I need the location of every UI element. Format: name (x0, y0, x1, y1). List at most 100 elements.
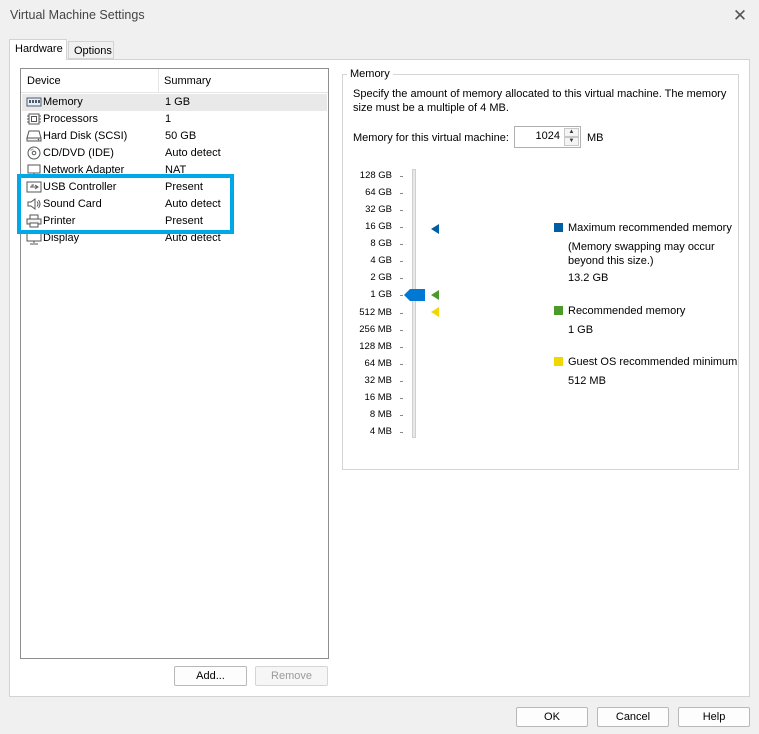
memory-description: Specify the amount of memory allocated t… (353, 88, 727, 114)
memory-value[interactable]: 1024 (536, 130, 560, 142)
device-row-display[interactable]: Display Auto detect (22, 230, 327, 247)
sound-card-icon (26, 197, 42, 211)
device-name: Display (43, 232, 80, 244)
scale-label: 1 GB (370, 289, 392, 300)
column-separator[interactable] (158, 69, 159, 93)
column-header-summary[interactable]: Summary (164, 75, 211, 87)
scale-tick (400, 193, 403, 194)
device-row-memory[interactable]: Memory 1 GB (22, 94, 327, 111)
recommended-marker (431, 290, 439, 300)
device-row-network-adapter[interactable]: Network Adapter NAT (22, 162, 327, 174)
device-name: Sound Card (43, 198, 102, 210)
remove-button[interactable]: Remove (255, 666, 328, 686)
close-icon: ✕ (732, 6, 748, 25)
help-button[interactable]: Help (678, 707, 750, 727)
max-recommended-note: (Memory swapping may occur beyond this s… (568, 241, 715, 267)
title-bar: Virtual Machine Settings ✕ (0, 0, 759, 32)
max-recommended-title: Maximum recommended memory (568, 222, 732, 234)
scale-label: 2 GB (370, 272, 392, 283)
device-list[interactable]: Device Summary Memory 1 GB Processors 1 … (20, 68, 329, 659)
scale-tick (400, 227, 403, 228)
device-name: Memory (43, 96, 83, 108)
max-recommended-marker (431, 224, 439, 234)
scale-label: 4 GB (370, 255, 392, 266)
cancel-button[interactable]: Cancel (597, 707, 669, 727)
recommended-title: Recommended memory (568, 305, 686, 317)
usb-icon (26, 180, 42, 194)
scale-tick (400, 210, 403, 211)
memory-slider-thumb[interactable] (404, 289, 426, 304)
device-summary: Auto detect (165, 198, 221, 210)
memory-icon (26, 95, 42, 109)
cd-dvd-icon (26, 146, 42, 160)
scale-label: 256 MB (359, 324, 392, 335)
minimum-title: Guest OS recommended minimum (568, 356, 738, 368)
scale-label: 4 MB (369, 426, 392, 437)
device-summary: 1 GB (165, 96, 191, 108)
tab-options[interactable]: Options (68, 41, 114, 59)
device-summary: Auto detect (165, 147, 221, 159)
device-summary: 1 (165, 113, 172, 125)
device-summary: NAT (165, 164, 187, 174)
printer-icon (26, 214, 42, 228)
memory-unit: MB (587, 132, 604, 144)
scale-label: 8 GB (370, 238, 392, 249)
add-button[interactable]: Add... (174, 666, 247, 686)
scale-label: 16 MB (364, 392, 392, 403)
device-summary: Present (165, 181, 203, 193)
scale-tick (400, 176, 403, 177)
scale-tick (400, 330, 403, 331)
device-name: Hard Disk (SCSI) (43, 130, 128, 142)
device-name: CD/DVD (IDE) (43, 147, 114, 159)
processor-icon (26, 112, 42, 126)
scale-tick (400, 432, 403, 433)
memory-field-label: Memory for this virtual machine: (353, 132, 509, 144)
scale-tick (400, 278, 403, 279)
scale-label: 16 GB (365, 221, 392, 232)
recommended-value: 1 GB (568, 324, 594, 336)
max-recommended-value: 13.2 GB (568, 272, 609, 284)
minimum-value: 512 MB (568, 375, 606, 387)
device-row-usb-controller[interactable]: USB Controller Present (22, 179, 327, 196)
minimum-marker (431, 307, 439, 317)
device-row-hard-disk[interactable]: Hard Disk (SCSI) 50 GB (22, 128, 327, 145)
device-row-printer[interactable]: Printer Present (22, 213, 327, 230)
scale-tick (400, 261, 403, 262)
device-summary: Present (165, 215, 203, 227)
device-summary: 50 GB (165, 130, 197, 142)
device-row-cd-dvd[interactable]: CD/DVD (IDE) Auto detect (22, 145, 327, 162)
spin-up-button[interactable]: ▲ (564, 128, 579, 137)
scale-tick (400, 313, 403, 314)
device-name: Processors (43, 113, 99, 125)
network-adapter-icon (26, 163, 42, 174)
device-row-sound-card[interactable]: Sound Card Auto detect (22, 196, 327, 213)
scale-tick (400, 364, 403, 365)
device-name: Network Adapter (43, 164, 125, 174)
memory-spinbox[interactable]: 1024 ▲ ▼ (514, 126, 581, 148)
spin-down-button[interactable]: ▼ (564, 137, 579, 146)
column-header-device[interactable]: Device (27, 75, 61, 87)
device-row-processors[interactable]: Processors 1 (22, 111, 327, 128)
scale-tick (400, 347, 403, 348)
chevron-up-icon: ▲ (568, 129, 575, 135)
scale-label: 32 MB (364, 375, 392, 386)
scale-tick (400, 398, 403, 399)
scale-label: 64 GB (365, 187, 392, 198)
display-icon (26, 231, 42, 245)
hard-disk-icon (26, 129, 42, 143)
device-summary: Auto detect (165, 232, 221, 244)
ok-button[interactable]: OK (516, 707, 588, 727)
scale-label: 128 GB (359, 170, 392, 181)
max-recommended-swatch (554, 223, 563, 232)
scale-tick (400, 415, 403, 416)
tab-hardware[interactable]: Hardware (9, 39, 67, 60)
scale-label: 8 MB (369, 409, 392, 420)
scale-label: 128 MB (359, 341, 392, 352)
scale-label: 32 GB (365, 204, 392, 215)
list-header: Device Summary (21, 69, 328, 93)
close-button[interactable]: ✕ (727, 4, 753, 28)
scale-tick (400, 381, 403, 382)
memory-group-title: Memory (347, 68, 393, 80)
device-name: USB Controller (43, 181, 117, 193)
scale-tick (400, 295, 403, 296)
